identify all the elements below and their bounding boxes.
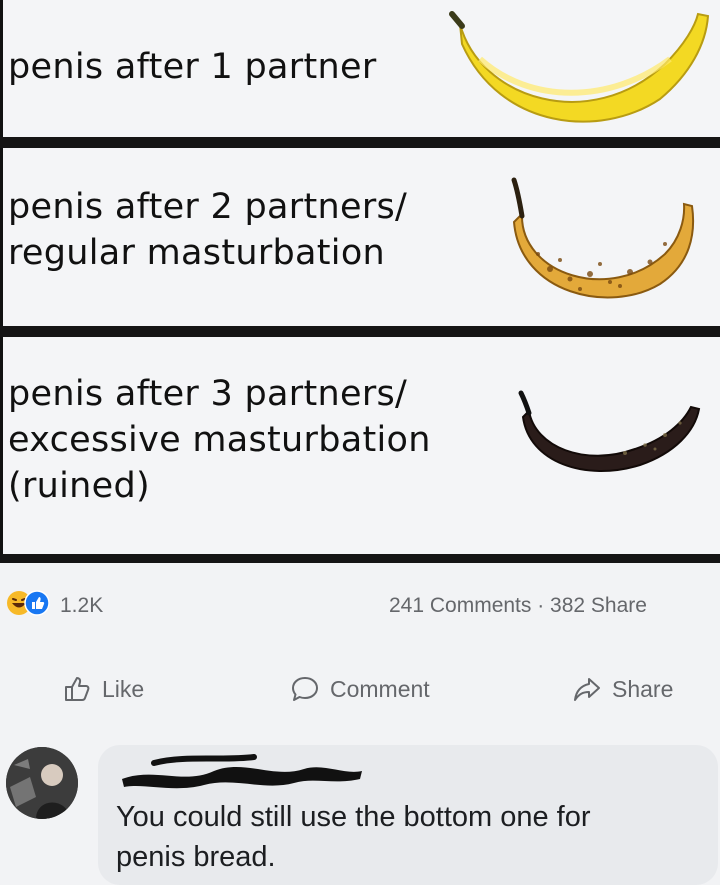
divider-1 bbox=[0, 137, 720, 148]
row-3-line-3: (ruined) bbox=[8, 466, 150, 506]
meme-row-3: penis after 3 partners/ excessive mastur… bbox=[0, 337, 720, 555]
share-label: Share bbox=[612, 675, 674, 702]
divider-2 bbox=[0, 326, 720, 337]
thumbs-up-icon bbox=[65, 677, 90, 701]
meme-row-1: penis after 1 partner bbox=[0, 0, 720, 138]
comments-shares-count[interactable]: 241 Comments · 382 Share bbox=[389, 594, 647, 618]
redacted-name-scribble bbox=[122, 754, 362, 789]
share-arrow-icon bbox=[574, 678, 600, 701]
comment-bubble-icon bbox=[292, 677, 318, 701]
divider-3 bbox=[0, 554, 720, 563]
post-stats-bar: 1.2K 241 Comments · 382 Share bbox=[0, 572, 720, 628]
comment-line-2: penis bread. bbox=[116, 841, 276, 873]
post-action-bar: Like Comment Share bbox=[0, 652, 720, 722]
row-1-caption: penis after 1 partner bbox=[8, 44, 377, 90]
row-3-line-1: penis after 3 partners/ bbox=[8, 374, 408, 414]
row-2-line-2: regular masturbation bbox=[8, 233, 386, 273]
like-label: Like bbox=[102, 675, 145, 702]
reaction-count[interactable]: 1.2K bbox=[60, 594, 103, 618]
comment-line-1: You could still use the bottom one for bbox=[116, 801, 591, 833]
row-2-caption: penis after 2 partners/ regular masturba… bbox=[8, 184, 407, 276]
like-reaction-icon bbox=[24, 590, 50, 616]
avatar-image-icon bbox=[6, 747, 78, 819]
black-banana-icon bbox=[518, 390, 701, 473]
comment-label: Comment bbox=[330, 675, 430, 702]
commenter-avatar[interactable] bbox=[6, 747, 78, 819]
row-3-line-2: excessive masturbation bbox=[8, 420, 431, 460]
comment-button[interactable]: Comment bbox=[290, 672, 430, 706]
row-3-caption: penis after 3 partners/ excessive mastur… bbox=[8, 371, 431, 509]
comment: You could still use the bottom one for p… bbox=[0, 735, 720, 885]
meme-image: penis after 1 partner penis after 2 part… bbox=[0, 0, 720, 563]
row-2-line-1: penis after 2 partners/ bbox=[8, 187, 408, 227]
row-1-line-1: penis after 1 partner bbox=[8, 47, 377, 87]
spotted-banana-icon bbox=[511, 177, 695, 299]
like-button[interactable]: Like bbox=[62, 672, 144, 706]
comment-bubble: You could still use the bottom one for p… bbox=[98, 745, 718, 885]
share-button[interactable]: Share bbox=[572, 672, 673, 706]
meme-row-2: penis after 2 partners/ regular masturba… bbox=[0, 148, 720, 326]
yellow-banana-icon bbox=[449, 11, 710, 123]
comment-text: You could still use the bottom one for p… bbox=[116, 797, 591, 877]
